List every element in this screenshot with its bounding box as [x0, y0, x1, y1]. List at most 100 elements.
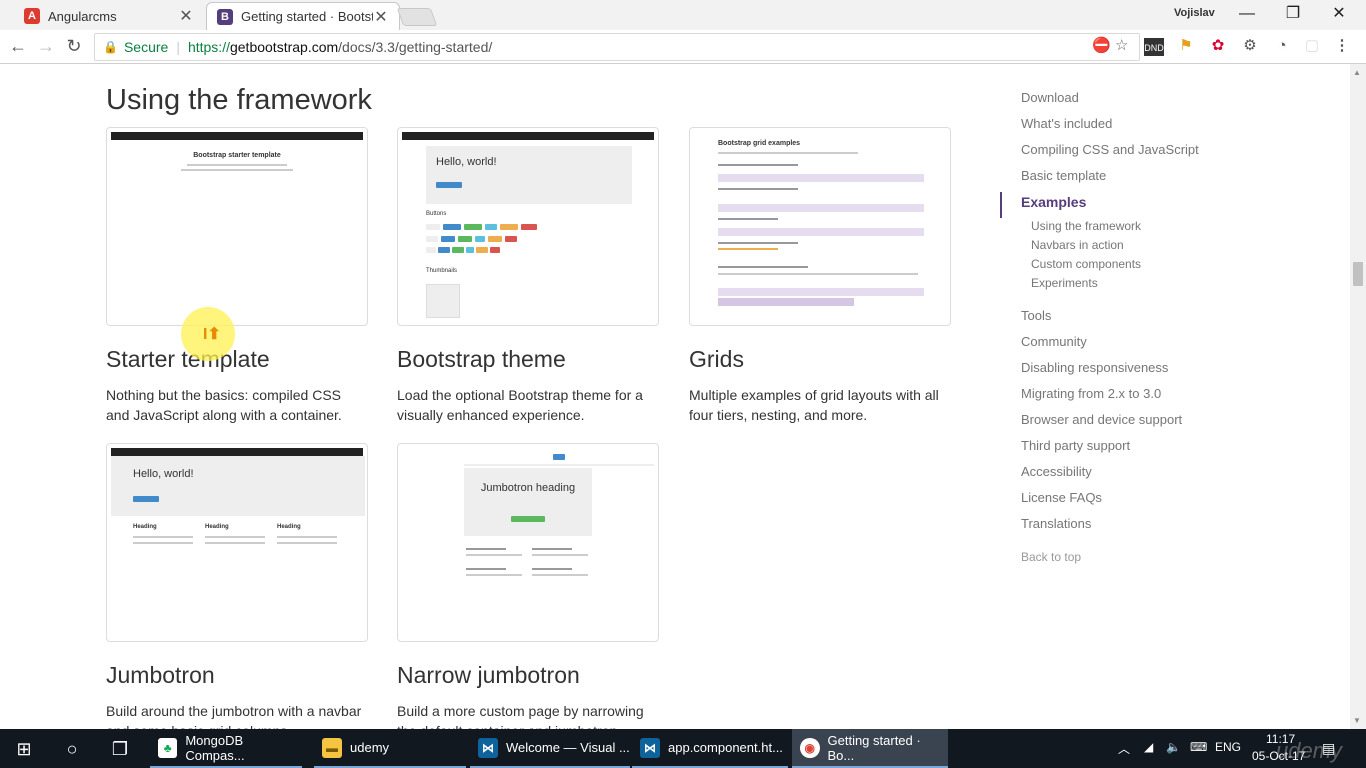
card-description: Multiple examples of grid layouts with a…	[689, 387, 939, 423]
card-title[interactable]: Grids	[689, 346, 951, 373]
close-tab-icon[interactable]: ✕	[373, 7, 389, 27]
taskbar-app-vscode-welcome[interactable]: ⋈ Welcome — Visual ...	[470, 729, 630, 768]
search-cortana-icon[interactable]: ○	[60, 737, 84, 761]
address-bar[interactable]: 🔒 Secure | https://getbootstrap.com/docs…	[94, 33, 1140, 61]
mini-button	[426, 247, 436, 253]
speedometer-icon[interactable]: ◔	[1272, 36, 1292, 56]
thumb-line	[133, 542, 193, 544]
volume-icon[interactable]: 🔈	[1166, 740, 1181, 754]
thumb-line	[205, 542, 265, 544]
folder-icon: ▬	[322, 737, 342, 758]
mini-grid-row	[718, 204, 924, 212]
mini-grid-row	[718, 298, 854, 306]
back-to-top-link[interactable]: Back to top	[1000, 550, 1260, 564]
sidebar-subitem-custom-components[interactable]: Custom components	[1000, 256, 1260, 275]
thumb-line	[532, 574, 588, 576]
blocked-popup-icon[interactable]: ⛔	[1092, 36, 1111, 54]
page-scrollbar[interactable]: ▲ ▼	[1350, 64, 1366, 729]
url-host: getbootstrap.com	[229, 39, 339, 55]
forward-arrow-icon[interactable]: →	[34, 35, 58, 59]
tab-title: Angularcms	[48, 8, 117, 24]
sidebar-item-migrating[interactable]: Migrating from 2.x to 3.0	[1000, 384, 1260, 410]
card-title[interactable]: Starter template	[106, 346, 368, 373]
extension-icon[interactable]: ⚑	[1176, 36, 1196, 56]
sidebar-item-disabling-responsiveness[interactable]: Disabling responsiveness	[1000, 358, 1260, 384]
mini-button	[511, 516, 545, 522]
mini-button	[500, 224, 518, 230]
theme-thumbnail[interactable]: Hello, world! Buttons Thumbnails	[397, 127, 659, 326]
card-title[interactable]: Jumbotron	[106, 662, 368, 689]
thumb-hello: Hello, world!	[133, 468, 194, 480]
jumbotron-thumbnail[interactable]: Hello, world! Heading Heading Heading	[106, 443, 368, 642]
sidebar-item-tools[interactable]: Tools	[1000, 306, 1260, 332]
narrow-jumbotron-thumbnail[interactable]: Jumbotron heading	[397, 443, 659, 642]
restore-icon[interactable]: ❐	[1270, 2, 1316, 28]
separator: |	[176, 39, 180, 55]
thumb-line	[181, 169, 293, 171]
sidebar-item-community[interactable]: Community	[1000, 332, 1260, 358]
thumb-line	[718, 266, 808, 268]
sidebar-item-accessibility[interactable]: Accessibility	[1000, 462, 1260, 488]
sidebar-item-compiling[interactable]: Compiling CSS and JavaScript	[1000, 140, 1260, 166]
grids-thumbnail[interactable]: Bootstrap grid examples	[689, 127, 951, 326]
gear-extension-icon[interactable]: ⚙	[1240, 36, 1260, 56]
scroll-thumb[interactable]	[1353, 262, 1363, 286]
card-title[interactable]: Bootstrap theme	[397, 346, 659, 373]
bookmark-star-icon[interactable]: ☆	[1115, 36, 1128, 54]
keyboard-icon[interactable]: ⌨	[1190, 740, 1207, 754]
task-view-icon[interactable]: ❐	[108, 737, 132, 761]
sidebar-item-download[interactable]: Download	[1000, 88, 1260, 114]
tab-getting-started[interactable]: B Getting started · Bootstrap ✕	[206, 2, 400, 30]
thumb-heading: Bootstrap starter template	[193, 152, 281, 159]
tray-chevron-icon[interactable]: ︿	[1118, 740, 1130, 757]
close-tab-icon[interactable]: ✕	[178, 6, 194, 26]
tab-angularcms[interactable]: A Angularcms ✕	[14, 2, 204, 30]
windows-start-icon[interactable]: ⊞	[12, 737, 36, 761]
back-arrow-icon[interactable]: ←	[6, 35, 30, 59]
close-window-icon[interactable]: ✕	[1316, 2, 1362, 28]
example-card-jumbotron: Hello, world! Heading Heading Heading Ju…	[106, 443, 368, 729]
new-tab-button[interactable]	[396, 8, 438, 26]
starter-thumbnail[interactable]: Bootstrap starter template	[106, 127, 368, 326]
watermark: udemy	[1276, 738, 1343, 763]
mini-navbar	[402, 132, 654, 140]
sidebar-item-translations[interactable]: Translations	[1000, 514, 1260, 540]
profile-name[interactable]: Vojislav	[1174, 7, 1215, 19]
language-indicator[interactable]: ENG	[1215, 740, 1241, 754]
sidebar-item-whats-included[interactable]: What's included	[1000, 114, 1260, 140]
thumb-line	[466, 568, 506, 570]
reload-icon[interactable]: ↻	[62, 35, 86, 59]
sidebar-item-browser-support[interactable]: Browser and device support	[1000, 410, 1260, 436]
color-picker-icon[interactable]: ✿	[1208, 36, 1228, 56]
minimize-icon[interactable]: —	[1224, 2, 1270, 28]
scroll-up-arrow-icon[interactable]: ▲	[1353, 68, 1361, 77]
dnd-extension-icon[interactable]: DND	[1144, 38, 1164, 56]
taskbar-app-mongodb[interactable]: ♣ MongoDB Compas...	[150, 729, 302, 768]
sidebar-item-third-party[interactable]: Third party support	[1000, 436, 1260, 462]
taskbar-app-chrome[interactable]: ◉ Getting started · Bo...	[792, 729, 948, 768]
blank-extension-icon[interactable]: ▢	[1302, 36, 1322, 56]
taskbar-app-folder[interactable]: ▬ udemy	[314, 729, 466, 768]
card-title[interactable]: Narrow jumbotron	[397, 662, 659, 689]
thumb-line	[532, 568, 572, 570]
thumb-col-heading: Heading	[205, 524, 229, 530]
taskbar-app-vscode-component[interactable]: ⋈ app.component.ht...	[632, 729, 788, 768]
thumb-col-heading: Heading	[133, 524, 157, 530]
network-icon[interactable]: ◢	[1144, 740, 1153, 754]
sidebar-subitem-using-framework[interactable]: Using the framework	[1000, 218, 1260, 237]
mini-thumbnail	[426, 284, 460, 318]
url-path: /docs/3.3/getting-started/	[338, 39, 493, 55]
sidebar-item-examples[interactable]: Examples	[1000, 192, 1260, 218]
mini-button	[476, 247, 488, 253]
menu-kebab-icon[interactable]: ⋮	[1332, 36, 1352, 56]
sidebar-subitem-navbars[interactable]: Navbars in action	[1000, 237, 1260, 256]
scroll-down-arrow-icon[interactable]: ▼	[1353, 716, 1361, 725]
angular-favicon-icon: A	[24, 8, 40, 24]
sidebar-subitem-experiments[interactable]: Experiments	[1000, 275, 1260, 294]
sidebar-item-license-faqs[interactable]: License FAQs	[1000, 488, 1260, 514]
tab-strip: A Angularcms ✕ B Getting started · Boots…	[0, 0, 1366, 30]
mini-navbar	[111, 132, 363, 140]
thumb-line	[718, 164, 798, 166]
sidebar-item-basic-template[interactable]: Basic template	[1000, 166, 1260, 192]
thumb-line	[718, 248, 778, 250]
